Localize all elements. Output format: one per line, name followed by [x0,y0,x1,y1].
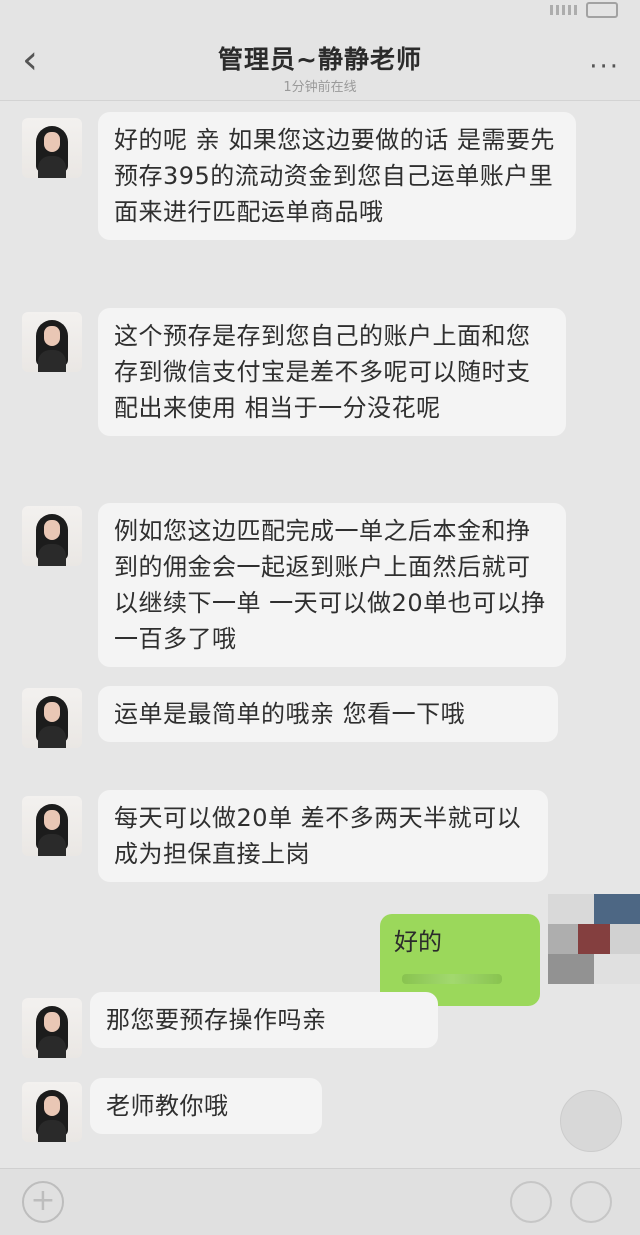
contact-avatar[interactable] [22,998,82,1058]
contact-avatar[interactable] [22,506,82,566]
self-avatar[interactable] [548,894,640,984]
message-bubble: 例如您这边匹配完成一单之后本金和挣到的佣金会一起返到账户上面然后就可以继续下一单… [98,503,566,667]
signal-icon [550,5,578,15]
message-bubble: 好的呢 亲 如果您这边要做的话 是需要先预存395的流动资金到您自己运单账户里面… [98,112,576,240]
more-options-icon[interactable]: ··· [589,52,620,82]
contact-avatar[interactable] [22,118,82,178]
message-bubble: 那您要预存操作吗亲 [90,992,438,1048]
message-bubble: 每天可以做20单 差不多两天半就可以成为担保直接上岗 [98,790,548,882]
contact-avatar[interactable] [22,796,82,856]
floating-action-icon[interactable] [560,1090,622,1152]
add-icon[interactable]: + [22,1181,64,1223]
online-status: 1分钟前在线 [283,80,357,95]
contact-avatar[interactable] [22,688,82,748]
contact-avatar[interactable] [22,312,82,372]
message-bubble: 这个预存是存到您自己的账户上面和您存到微信支付宝是差不多呢可以随时支配出来使用 … [98,308,566,436]
self-message-text: 好的 [394,928,442,956]
chat-header: ‹ 管理员~静静老师 1分钟前在线 ··· [0,22,640,101]
message-bubble: 运单是最简单的哦亲 您看一下哦 [98,686,558,742]
input-bar: + [0,1168,640,1235]
battery-icon [586,2,618,18]
status-bar [0,0,640,22]
message-bubble: 老师教你哦 [90,1078,322,1134]
blurred-text [402,974,502,984]
contact-avatar[interactable] [22,1082,82,1142]
voice-icon[interactable] [570,1181,612,1223]
chat-title: 管理员~静静老师 [218,45,422,74]
emoji-icon[interactable] [510,1181,552,1223]
